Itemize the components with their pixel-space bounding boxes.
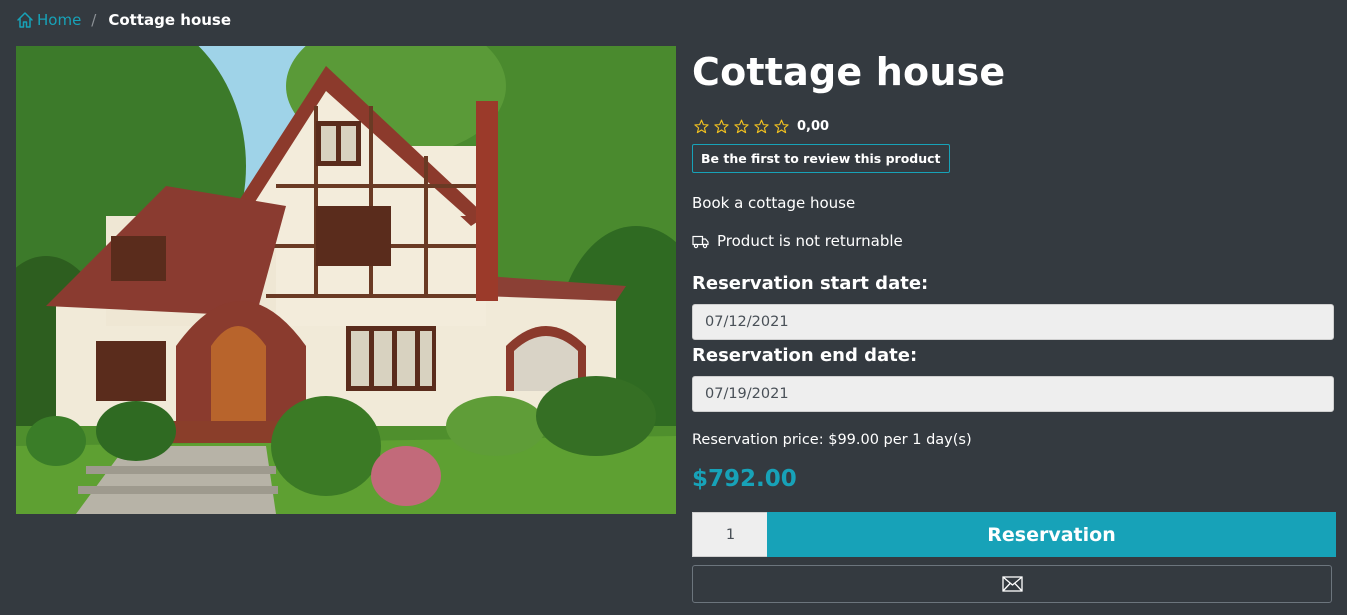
- breadcrumb-separator: /: [91, 11, 97, 29]
- breadcrumb: Home / Cottage house: [16, 9, 231, 31]
- reservation-price-label: Reservation price: $99.00 per 1 day(s): [692, 432, 972, 448]
- write-review-button[interactable]: Be the first to review this product: [692, 144, 950, 173]
- star-empty-icon: [774, 119, 789, 134]
- end-date-label: Reservation end date:: [692, 345, 918, 366]
- end-date-input[interactable]: [692, 376, 1334, 412]
- returnable-text: Product is not returnable: [717, 232, 903, 250]
- rating: 0,00: [694, 119, 829, 134]
- breadcrumb-home-link[interactable]: Home: [16, 11, 81, 29]
- breadcrumb-home-label: Home: [37, 11, 82, 29]
- start-date-input[interactable]: [692, 304, 1334, 340]
- start-date-label: Reservation start date:: [692, 273, 929, 294]
- star-empty-icon: [734, 119, 749, 134]
- returnable-notice: Product is not returnable: [692, 232, 903, 250]
- short-description: Book a cottage house: [692, 194, 856, 212]
- total-price: $792.00: [692, 466, 797, 492]
- star-empty-icon: [754, 119, 769, 134]
- breadcrumb-current: Cottage house: [108, 11, 232, 29]
- email-friend-button[interactable]: [692, 565, 1332, 603]
- envelope-icon: [1001, 576, 1023, 592]
- home-icon: [17, 12, 33, 28]
- star-empty-icon: [714, 119, 729, 134]
- cottage-house-picture: [16, 46, 676, 514]
- reservation-button[interactable]: Reservation: [767, 512, 1336, 557]
- truck-icon: [692, 235, 709, 248]
- product-image[interactable]: [16, 46, 676, 514]
- rating-value: 0,00: [797, 119, 830, 134]
- product-title: Cottage house: [692, 50, 1006, 94]
- star-empty-icon: [694, 119, 709, 134]
- quantity-input[interactable]: [692, 512, 768, 557]
